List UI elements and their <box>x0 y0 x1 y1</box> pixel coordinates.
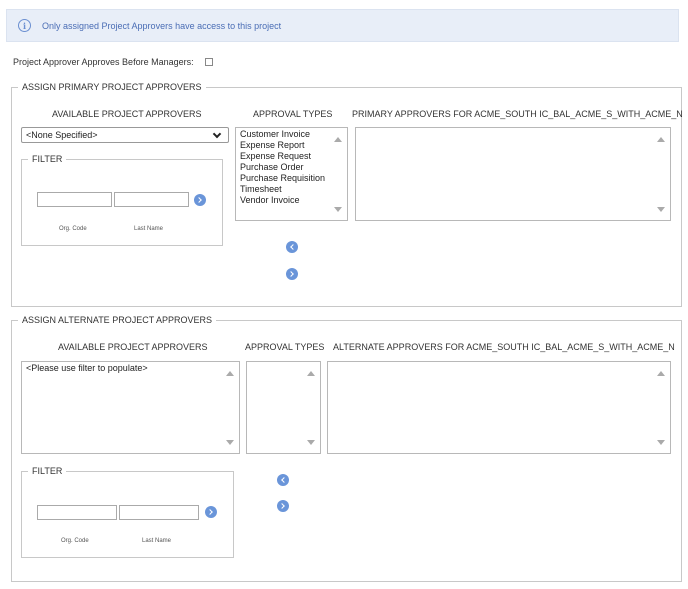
arrow-right-icon <box>207 509 213 515</box>
approval-type-option[interactable]: Purchase Order <box>240 162 343 173</box>
primary-last-name-label: Last Name <box>134 226 164 232</box>
arrow-right-icon <box>196 197 202 203</box>
scroll-down-icon[interactable] <box>334 207 342 212</box>
chevron-down-icon <box>212 129 222 138</box>
approve-before-managers-label: Project Approver Approves Before Manager… <box>13 57 194 67</box>
scroll-down-icon[interactable] <box>657 440 665 445</box>
scroll-up-icon[interactable] <box>657 371 665 376</box>
primary-approval-types-list[interactable]: Customer Invoice Expense Report Expense Re… <box>235 127 348 221</box>
scroll-up-icon[interactable] <box>334 137 342 142</box>
scroll-up-icon[interactable] <box>226 371 234 376</box>
primary-filter-search-button[interactable] <box>194 194 206 206</box>
primary-remove-button[interactable] <box>286 241 298 253</box>
alternate-available-placeholder: <Please use filter to populate> <box>26 363 148 373</box>
primary-org-code-input[interactable] <box>37 192 112 207</box>
alternate-last-name-label: Last Name <box>142 538 172 544</box>
scroll-down-icon[interactable] <box>307 440 315 445</box>
approve-before-managers-checkbox[interactable] <box>204 58 213 66</box>
scroll-up-icon[interactable] <box>657 137 665 142</box>
approval-type-option[interactable]: Customer Invoice <box>240 129 343 140</box>
arrow-right-icon <box>279 503 285 509</box>
alternate-available-header: AVAILABLE PROJECT APPROVERS <box>58 342 208 352</box>
info-banner: i Only assigned Project Approvers have a… <box>6 9 679 42</box>
approve-before-managers-row: Project Approver Approves Before Manager… <box>13 57 213 67</box>
banner-text: Only assigned Project Approvers have acc… <box>42 20 282 31</box>
alternate-add-button[interactable] <box>277 500 289 512</box>
primary-filter-legend: FILTER <box>32 154 63 164</box>
primary-available-select-value: <None Specified> <box>26 130 98 140</box>
arrow-left-icon <box>290 244 296 250</box>
arrow-right-icon <box>288 271 294 277</box>
alternate-filter-search-button[interactable] <box>205 506 217 518</box>
arrow-left-icon <box>281 477 287 483</box>
primary-add-button[interactable] <box>286 268 298 280</box>
approval-type-option[interactable]: Expense Report <box>240 140 343 151</box>
primary-available-approvers-select[interactable]: <None Specified> <box>21 127 229 143</box>
alternate-approval-types-list[interactable] <box>246 361 321 454</box>
primary-approval-types-header: APPROVAL TYPES <box>253 109 333 119</box>
scroll-down-icon[interactable] <box>657 207 665 212</box>
primary-available-header: AVAILABLE PROJECT APPROVERS <box>52 109 202 119</box>
primary-approvers-list[interactable] <box>355 127 671 221</box>
alternate-org-code-input[interactable] <box>37 505 117 520</box>
info-icon: i <box>18 19 31 32</box>
alternate-org-code-label: Org. Code <box>61 538 89 544</box>
primary-approvers-header: PRIMARY APPROVERS FOR ACME_SOUTH IC_BAL_… <box>352 109 683 119</box>
alternate-group-legend: ASSIGN ALTERNATE PROJECT APPROVERS <box>22 315 213 325</box>
primary-group-legend: ASSIGN PRIMARY PROJECT APPROVERS <box>22 82 202 92</box>
approval-type-option[interactable]: Vendor Invoice <box>240 195 343 206</box>
alternate-approval-types-header: APPROVAL TYPES <box>245 342 325 352</box>
alternate-remove-button[interactable] <box>277 474 289 486</box>
approval-type-option[interactable]: Purchase Requisition <box>240 173 343 184</box>
alternate-approvers-header: ALTERNATE APPROVERS FOR ACME_SOUTH IC_BA… <box>333 342 675 352</box>
primary-last-name-input[interactable] <box>114 192 189 207</box>
scroll-up-icon[interactable] <box>307 371 315 376</box>
alternate-approvers-list[interactable] <box>327 361 671 454</box>
approval-type-option[interactable]: Timesheet <box>240 184 343 195</box>
primary-org-code-label: Org. Code <box>59 226 87 232</box>
approval-type-option[interactable]: Expense Request <box>240 151 343 162</box>
alternate-last-name-input[interactable] <box>119 505 199 520</box>
primary-approval-types-items: Customer Invoice Expense Report Expense Re… <box>236 128 347 207</box>
alternate-filter-legend: FILTER <box>32 466 63 476</box>
alternate-available-approvers-list[interactable]: <Please use filter to populate> <box>21 361 240 454</box>
scroll-down-icon[interactable] <box>226 440 234 445</box>
